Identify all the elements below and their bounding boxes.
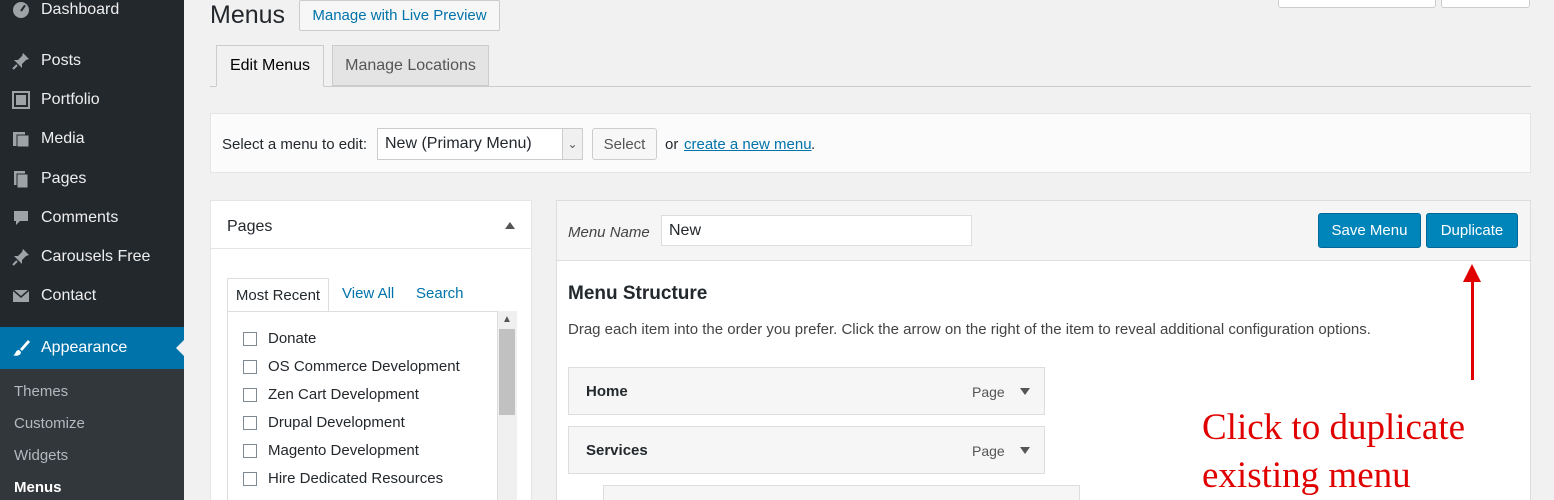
tab-search[interactable]: Search xyxy=(416,285,464,302)
menu-select-dropdown[interactable]: New (Primary Menu) ⌄ xyxy=(377,128,583,160)
sidebar-item-contact[interactable]: Contact xyxy=(0,280,184,312)
submenu-item-customize[interactable]: Customize xyxy=(14,415,85,432)
list-item-label: Zen Cart Development xyxy=(268,386,419,403)
sidebar-item-carousels-free[interactable]: Carousels Free xyxy=(0,241,184,273)
portfolio-icon xyxy=(10,90,32,110)
annotation-arrow-line xyxy=(1471,278,1474,380)
paintbrush-icon xyxy=(10,338,32,358)
tab-edit-menus[interactable]: Edit Menus xyxy=(216,45,324,87)
expand-arrow-icon[interactable] xyxy=(1020,447,1030,454)
tab-manage-locations[interactable]: Manage Locations xyxy=(332,45,489,86)
sidebar-item-label: Carousels Free xyxy=(41,248,151,265)
sidebar-item-media[interactable]: Media xyxy=(0,123,184,155)
sidebar-item-dashboard[interactable]: Dashboard xyxy=(0,0,184,26)
submenu-item-themes[interactable]: Themes xyxy=(14,383,68,400)
list-item[interactable]: Drupal Development xyxy=(243,414,405,431)
menu-item-type: Page xyxy=(972,443,1005,459)
annotation-line-1: Click to duplicate xyxy=(1202,407,1466,448)
menu-structure-title: Menu Structure xyxy=(568,283,708,304)
menu-item-home[interactable]: Home Page xyxy=(568,367,1045,415)
mail-icon xyxy=(10,286,32,306)
media-icon xyxy=(10,129,32,149)
submenu-item-menus[interactable]: Menus xyxy=(14,479,62,496)
comment-icon xyxy=(10,208,32,228)
chevron-down-icon: ⌄ xyxy=(562,129,582,159)
tab-view-all[interactable]: View All xyxy=(342,285,394,302)
menu-item-title: Services xyxy=(586,442,648,459)
menu-item-child[interactable] xyxy=(603,485,1080,500)
sidebar-item-label: Portfolio xyxy=(41,91,100,108)
list-item-label: OS Commerce Development xyxy=(268,358,460,375)
help-button[interactable] xyxy=(1441,0,1530,8)
checkbox[interactable] xyxy=(243,359,257,374)
save-menu-button[interactable]: Save Menu xyxy=(1318,213,1421,248)
menu-name-label: Menu Name xyxy=(568,224,650,241)
duplicate-button[interactable]: Duplicate xyxy=(1426,213,1518,248)
scroll-up-icon[interactable]: ▲ xyxy=(497,311,517,328)
list-item-label: Drupal Development xyxy=(268,414,405,431)
create-new-menu-link[interactable]: create a new menu xyxy=(684,136,812,153)
expand-arrow-icon[interactable] xyxy=(1020,388,1030,395)
page-title: Menus xyxy=(210,1,286,29)
collapse-arrow-icon[interactable] xyxy=(505,222,515,229)
list-item[interactable]: Donate xyxy=(243,330,316,347)
checkbox[interactable] xyxy=(243,331,257,346)
pages-icon xyxy=(10,169,32,189)
menu-name-input[interactable]: New xyxy=(661,215,972,246)
menu-item-type: Page xyxy=(972,384,1005,400)
tabs-divider xyxy=(210,86,1531,87)
list-item[interactable]: Zen Cart Development xyxy=(243,386,419,403)
sidebar-item-label: Media xyxy=(41,130,85,147)
live-preview-button[interactable]: Manage with Live Preview xyxy=(299,0,500,31)
dashboard-icon xyxy=(10,0,32,20)
sidebar-item-pages[interactable]: Pages xyxy=(0,163,184,195)
annotation-line-2: existing menu xyxy=(1202,455,1411,496)
submenu-item-widgets[interactable]: Widgets xyxy=(14,447,68,464)
or-text: or xyxy=(665,136,679,153)
screen-options-button[interactable] xyxy=(1278,0,1436,8)
menu-select-value: New (Primary Menu) xyxy=(385,135,532,152)
select-button[interactable]: Select xyxy=(592,128,657,160)
checkbox[interactable] xyxy=(243,387,257,402)
checkbox[interactable] xyxy=(243,471,257,486)
checkbox[interactable] xyxy=(243,443,257,458)
list-item-label: Magento Development xyxy=(268,442,419,459)
annotation-text: Click to duplicate existing menu xyxy=(1202,404,1465,500)
select-menu-label: Select a menu to edit: xyxy=(222,136,368,153)
menu-item-services[interactable]: Services Page xyxy=(568,426,1045,474)
sidebar-item-label: Pages xyxy=(41,170,87,187)
list-item-label: Donate xyxy=(268,330,317,347)
list-item[interactable]: Hire Dedicated Resources xyxy=(243,470,443,487)
sidebar-item-label: Comments xyxy=(41,209,119,226)
period-text: . xyxy=(811,136,816,153)
sidebar-item-label: Dashboard xyxy=(41,1,120,18)
checkbox[interactable] xyxy=(243,415,257,430)
scrollbar-thumb[interactable] xyxy=(499,329,515,415)
sidebar-item-portfolio[interactable]: Portfolio xyxy=(0,84,184,116)
tab-most-recent[interactable]: Most Recent xyxy=(227,278,329,312)
pin-icon xyxy=(10,247,32,267)
sidebar-item-label: Appearance xyxy=(41,339,128,356)
sidebar-item-posts[interactable]: Posts xyxy=(0,45,184,77)
sidebar-item-label: Contact xyxy=(41,287,97,304)
menu-item-title: Home xyxy=(586,383,628,400)
list-item[interactable]: OS Commerce Development xyxy=(243,358,460,375)
sidebar-item-appearance[interactable]: Appearance xyxy=(0,327,184,369)
sidebar-item-label: Posts xyxy=(41,52,82,69)
pin-icon xyxy=(10,51,32,71)
pages-metabox-title: Pages xyxy=(227,218,273,235)
list-item[interactable]: Magento Development xyxy=(243,442,419,459)
sidebar-item-comments[interactable]: Comments xyxy=(0,202,184,234)
menu-structure-description: Drag each item into the order you prefer… xyxy=(568,321,1371,338)
list-item-label: Hire Dedicated Resources xyxy=(268,470,444,487)
